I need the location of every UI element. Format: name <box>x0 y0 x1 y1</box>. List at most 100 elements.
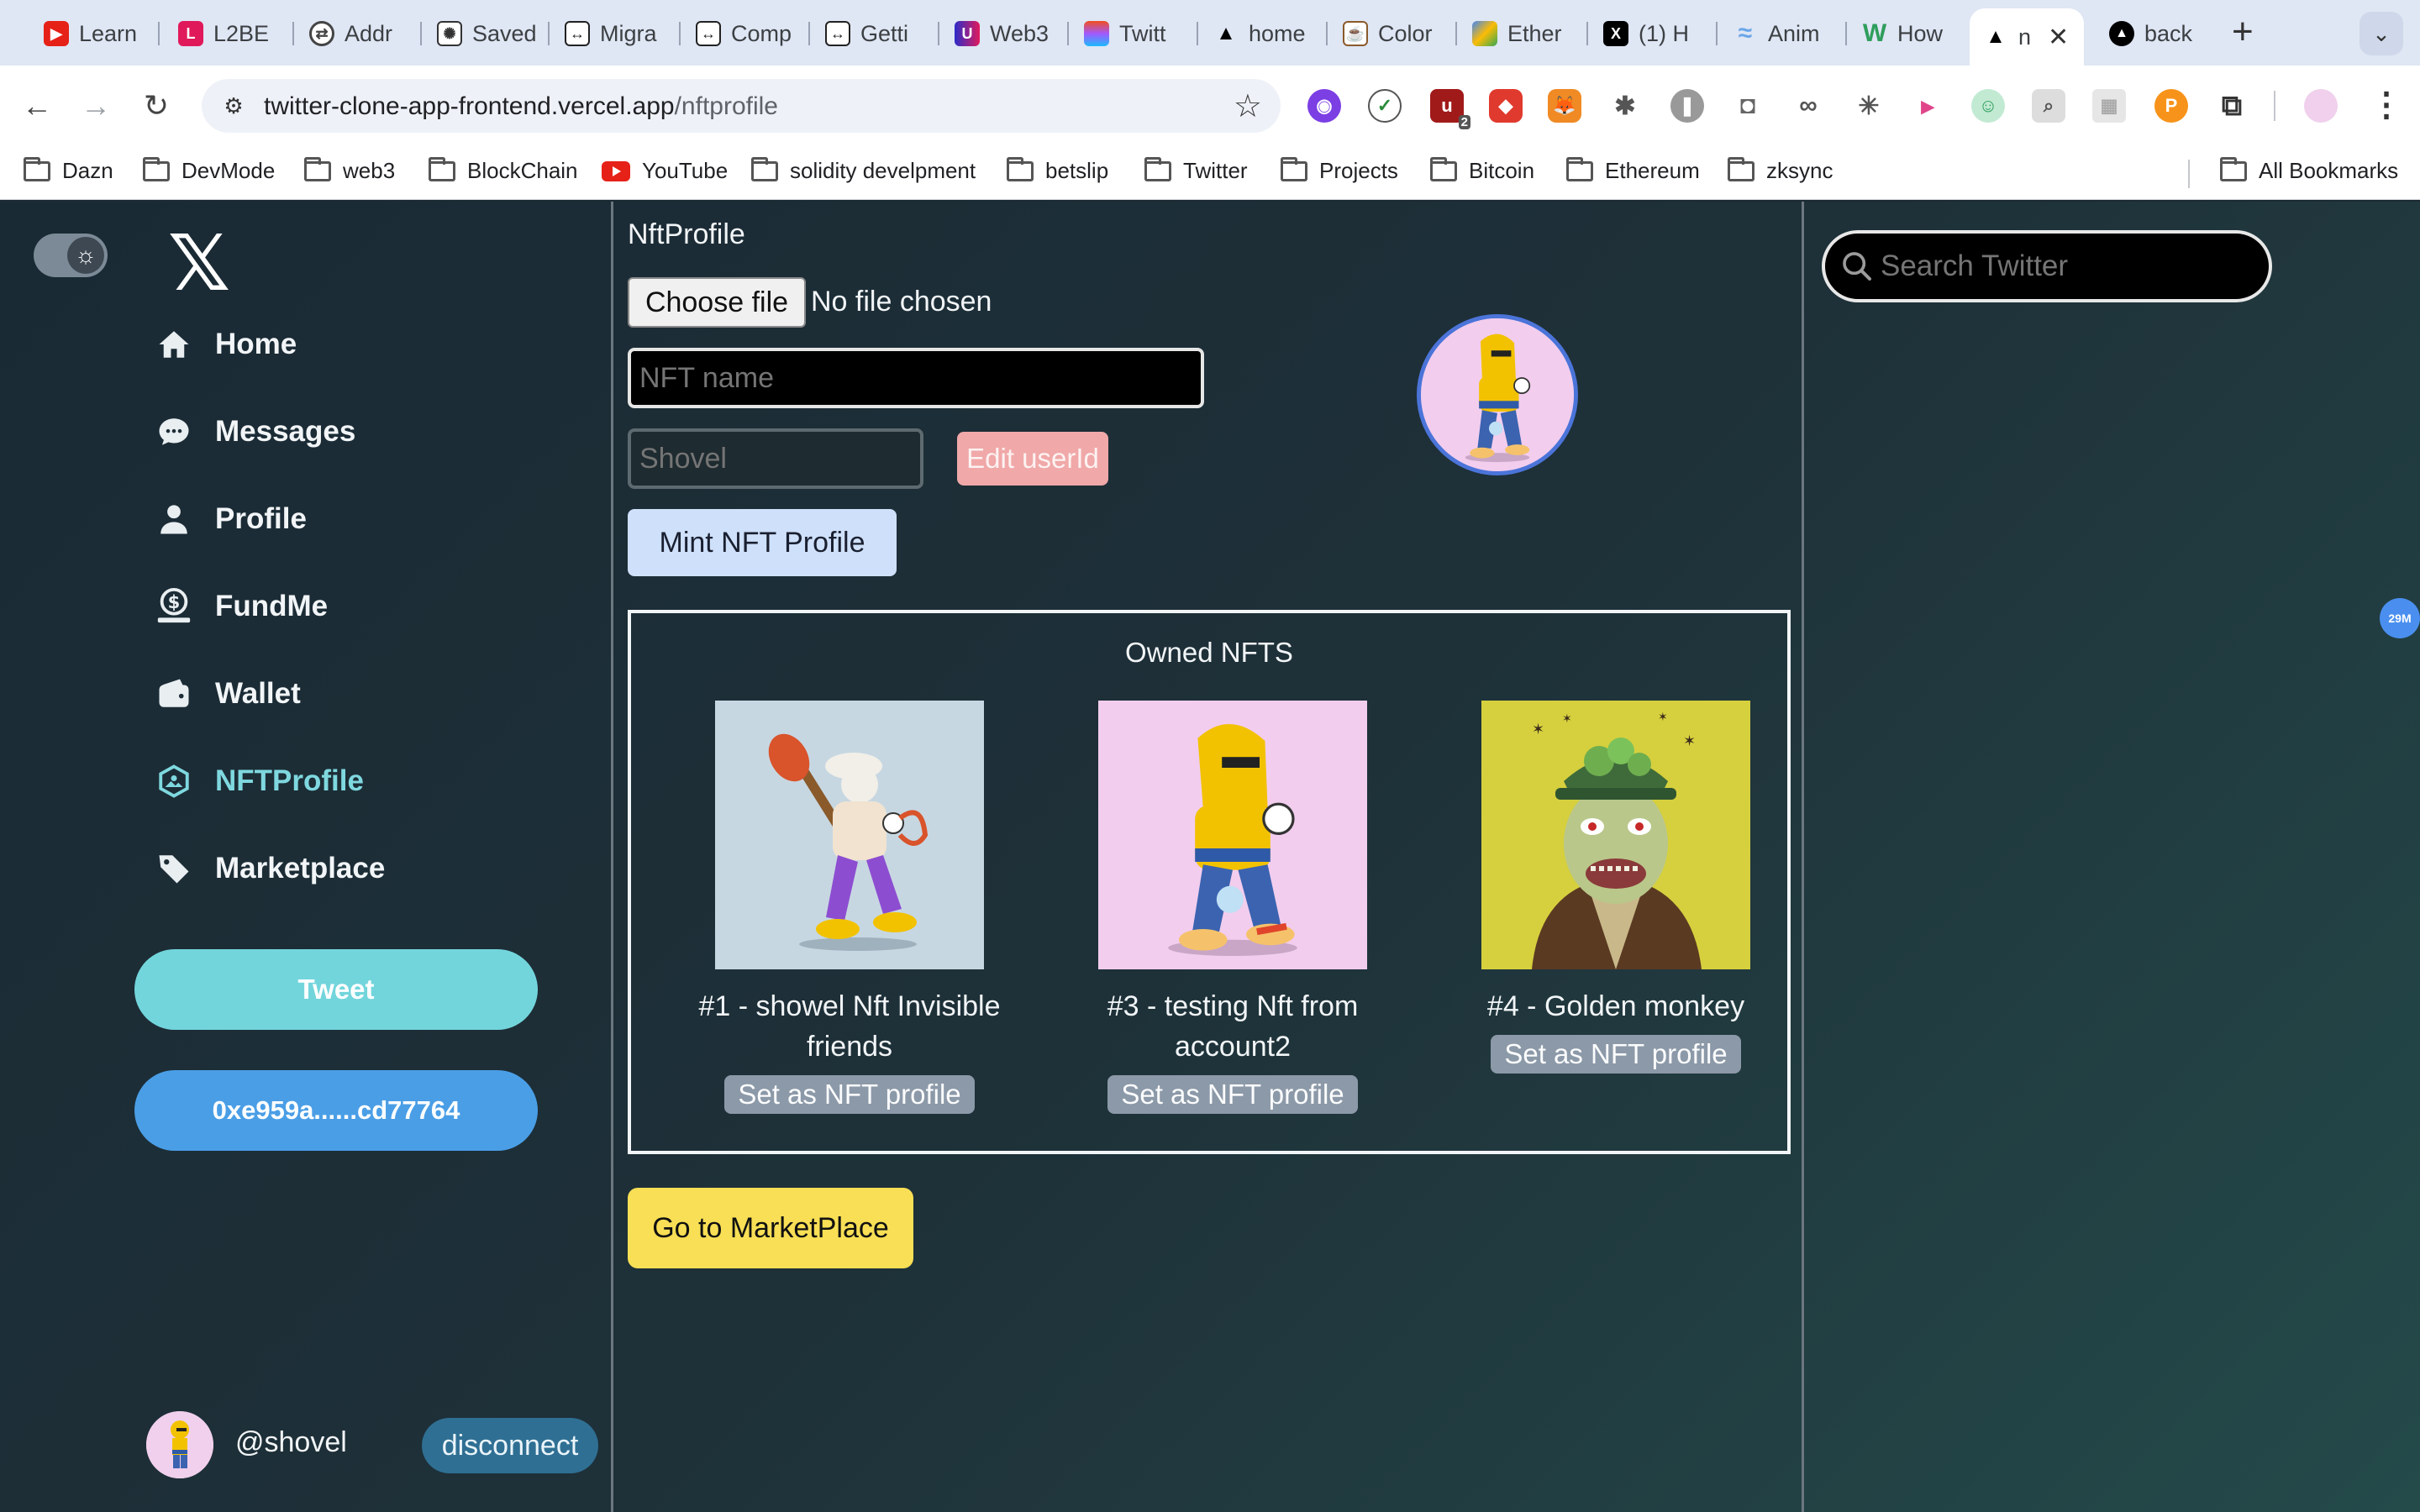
extensions-puzzle-icon[interactable]: ⧉ <box>2215 89 2249 123</box>
folder-icon <box>1144 156 1171 181</box>
bug-icon[interactable]: ✱ <box>1608 89 1642 123</box>
tab-youtube-learn[interactable]: ▶ Learn <box>30 12 148 55</box>
sidebar-item-marketplace[interactable]: Marketplace <box>155 843 385 894</box>
sun-icon: ☼ <box>67 237 104 274</box>
more-menu-icon[interactable]: ⋮ <box>2370 86 2403 124</box>
bookmark-folder-devmode[interactable]: DevMode <box>143 156 275 184</box>
tab-title: Getti <box>860 20 909 46</box>
tab-comp[interactable]: ↔ Comp <box>682 12 807 55</box>
go-to-marketplace-button[interactable]: Go to MarketPlace <box>628 1188 913 1268</box>
sidebar-item-nftprofile[interactable]: NFTProfile <box>155 756 364 806</box>
set-as-nft-profile-button[interactable]: Set as NFT profile <box>1491 1035 1741 1074</box>
file-status-text: No file chosen <box>811 286 992 318</box>
sidebar-item-fundme[interactable]: $ FundMe <box>155 581 328 632</box>
tweet-button[interactable]: Tweet <box>134 949 538 1030</box>
tab-migration[interactable]: ↔ Migra <box>551 12 676 55</box>
extension-icon[interactable]: ▦ <box>2092 89 2126 123</box>
tab-active-nftprofile[interactable]: ▲ n ✕ <box>1970 8 2084 66</box>
disconnect-button[interactable]: disconnect <box>422 1418 598 1473</box>
bookmark-folder-twitter[interactable]: Twitter <box>1144 156 1248 184</box>
messages-icon <box>155 412 193 451</box>
tab-home[interactable]: ▲ home <box>1200 12 1324 55</box>
nft-icon <box>155 762 193 801</box>
x-icon: X <box>1603 21 1628 46</box>
sidebar-item-wallet[interactable]: Wallet <box>155 669 301 719</box>
extension-icon[interactable]: ☺ <box>1971 89 2005 123</box>
tab-animation[interactable]: ≈ Anim <box>1719 12 1844 55</box>
bookmark-star-icon[interactable]: ☆ <box>1234 87 1262 125</box>
bookmark-folder-bitcoin[interactable]: Bitcoin <box>1430 156 1534 184</box>
tab-title: Web3 <box>990 20 1050 46</box>
sidebar-item-home[interactable]: Home <box>155 319 297 370</box>
tab-back[interactable]: ▲ back <box>2096 12 2213 55</box>
close-icon[interactable]: ✕ <box>2048 23 2069 52</box>
sidebar-item-messages[interactable]: Messages <box>155 407 355 457</box>
extension-paused-icon[interactable]: ❚ <box>1670 89 1704 123</box>
bookmark-folder-solidity[interactable]: solidity develpment <box>751 156 976 184</box>
edit-userid-button[interactable]: Edit userId <box>957 432 1108 486</box>
camera-icon[interactable]: ◘ <box>1731 89 1765 123</box>
bookmark-youtube[interactable]: YouTube <box>602 158 728 184</box>
theme-toggle[interactable]: ☼ <box>34 234 108 277</box>
tab-l2beat[interactable]: L L2BE <box>165 12 291 55</box>
profile-avatar-icon[interactable] <box>2304 89 2338 123</box>
spider-icon[interactable]: ✳ <box>1852 89 1886 123</box>
bookmark-folder-projects[interactable]: Projects <box>1281 156 1398 184</box>
tab-getting[interactable]: ↔ Getti <box>812 12 936 55</box>
tab-ether[interactable]: Ether <box>1459 12 1583 55</box>
svg-text:✶: ✶ <box>1683 732 1696 750</box>
reload-button[interactable]: ↻ <box>133 82 180 129</box>
mint-nft-profile-button[interactable]: Mint NFT Profile <box>628 509 897 576</box>
bookmark-folder-betslip[interactable]: betslip <box>1007 156 1108 184</box>
sidebar-item-profile[interactable]: Profile <box>155 494 307 544</box>
tab-how[interactable]: W How <box>1849 12 1973 55</box>
tab-title: home <box>1249 20 1306 46</box>
tab-x-home[interactable]: X (1) H <box>1590 12 1714 55</box>
avatar[interactable] <box>146 1411 213 1478</box>
metamask-icon[interactable]: 🦊 <box>1548 89 1581 123</box>
set-as-nft-profile-button[interactable]: Set as NFT profile <box>724 1075 975 1114</box>
bookmark-folder-dazn[interactable]: Dazn <box>24 156 113 184</box>
arrow-right-icon: → <box>81 88 111 123</box>
tab-twitter-figma[interactable]: Twitt <box>1071 12 1195 55</box>
set-as-nft-profile-button[interactable]: Set as NFT profile <box>1107 1075 1358 1114</box>
figma-icon <box>1084 21 1109 46</box>
extension-icon[interactable]: P <box>2154 89 2188 123</box>
fundme-icon: $ <box>155 587 193 626</box>
userid-input[interactable] <box>628 428 923 489</box>
home-icon <box>155 325 193 364</box>
new-tab-button[interactable]: + <box>2232 13 2254 50</box>
bookmark-folder-zksync[interactable]: zksync <box>1728 156 1833 184</box>
address-bar[interactable]: ⚙ twitter-clone-app-frontend.vercel.app/… <box>202 79 1281 133</box>
wallet-address-button[interactable]: 0xe959a......cd77764 <box>134 1070 538 1151</box>
extension-icon[interactable]: u2 <box>1430 89 1470 129</box>
tab-search-button[interactable]: ⌄ <box>2360 12 2403 55</box>
extension-icon[interactable]: ▸ <box>1911 89 1944 123</box>
extension-icon[interactable]: ◉ <box>1307 89 1341 123</box>
extension-icon[interactable]: ∞ <box>1791 89 1825 123</box>
search-box[interactable] <box>1822 230 2272 302</box>
choose-file-button[interactable]: Choose file <box>628 277 806 328</box>
lens-icon[interactable]: ⌕ <box>2032 89 2065 123</box>
forward-button[interactable]: → <box>72 82 119 129</box>
tab-address[interactable]: ⇄ Addr <box>296 12 417 55</box>
all-bookmarks[interactable]: All Bookmarks <box>2220 156 2398 184</box>
tab-title: Comp <box>731 20 792 46</box>
nft-name-input[interactable] <box>628 348 1204 408</box>
extension-icon[interactable]: ✓ <box>1368 89 1402 123</box>
tab-web3[interactable]: U Web3 <box>941 12 1065 55</box>
nft-card: #1 - showel Nft Invisible friends Set as… <box>673 701 1026 1114</box>
nft-card: #3 - testing Nft from account2 Set as NF… <box>1056 701 1409 1114</box>
bookmark-folder-ethereum[interactable]: Ethereum <box>1566 156 1700 184</box>
svg-text:$: $ <box>168 591 181 612</box>
bookmark-folder-blockchain[interactable]: BlockChain <box>429 156 578 184</box>
brave-shield-icon[interactable]: ◆ <box>1489 89 1523 123</box>
bookmark-folder-web3[interactable]: web3 <box>304 156 395 184</box>
search-input[interactable] <box>1881 249 2250 283</box>
tab-color[interactable]: ☕ Color <box>1329 12 1454 55</box>
site-info-icon[interactable]: ⚙ <box>218 91 249 121</box>
back-button[interactable]: ← <box>13 82 60 129</box>
side-panel-badge[interactable]: 29M <box>2380 598 2420 638</box>
x-logo[interactable]: 𝕏 <box>168 222 230 306</box>
tab-saved[interactable]: ✺ Saved <box>424 12 544 55</box>
